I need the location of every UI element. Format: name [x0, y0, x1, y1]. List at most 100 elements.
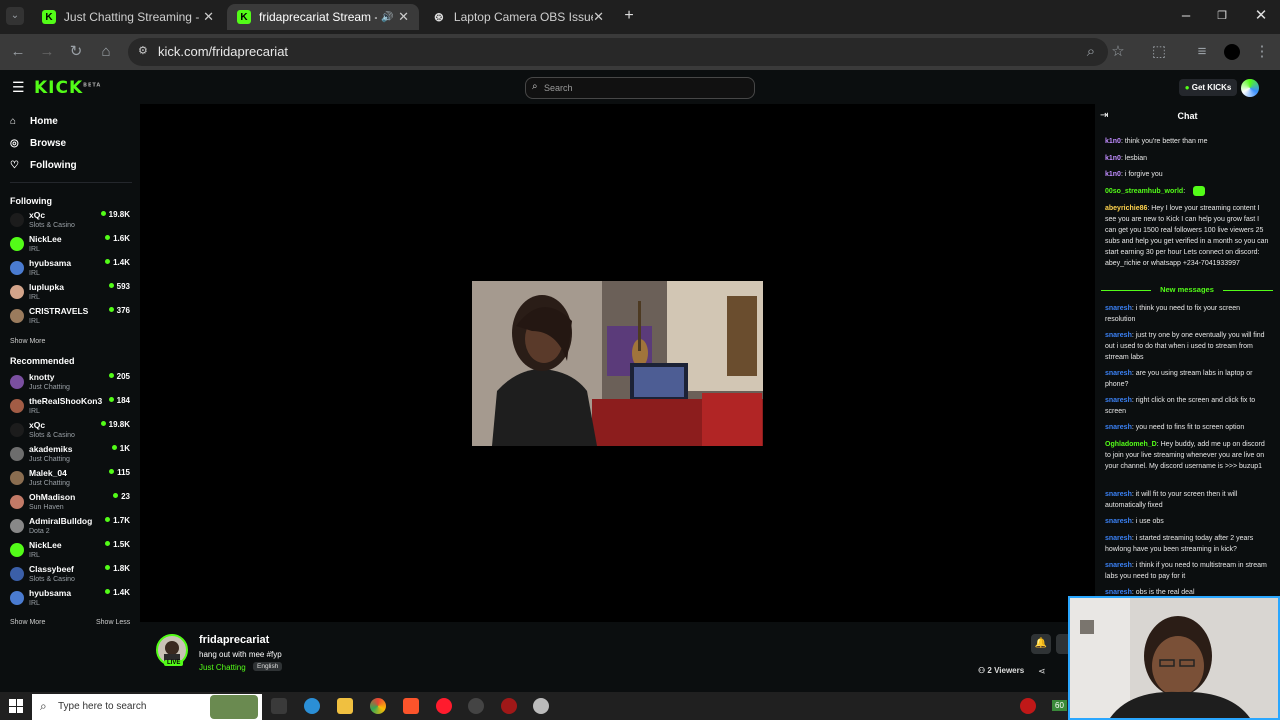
show-more-recommended[interactable]: Show More — [10, 619, 45, 626]
restore-icon[interactable]: ❐ — [1212, 6, 1232, 26]
profile-avatar[interactable] — [1224, 44, 1240, 60]
extensions-icon[interactable]: ⬚ — [1149, 42, 1169, 62]
streamer-name[interactable]: fridaprecariat — [199, 634, 269, 646]
menu-dots-icon[interactable]: ⋮ — [1252, 42, 1272, 62]
tab-search-icon[interactable]: ⌄ — [6, 7, 24, 25]
hamburger-menu-icon[interactable]: ☰ — [12, 79, 25, 96]
sidebar-channel[interactable]: AdmiralBulldog Dota 2 1.7K — [10, 516, 130, 540]
user-avatar[interactable] — [1241, 79, 1259, 97]
show-more-following[interactable]: Show More — [10, 338, 45, 345]
close-tab-icon[interactable]: ✕ — [398, 9, 409, 25]
sidebar-channel[interactable]: CRISTRAVELS IRL 376 — [10, 306, 130, 330]
chat-username[interactable]: snaresh — [1105, 518, 1132, 525]
chat-username[interactable]: 00so_streamhub_world — [1105, 188, 1183, 195]
nav-following[interactable]: ♡ Following — [10, 160, 77, 171]
minimize-icon[interactable]: – — [1176, 6, 1196, 26]
zoom-icon[interactable]: ⌕ — [1081, 42, 1101, 62]
tray-badge[interactable]: 60 — [1052, 700, 1067, 711]
opera-icon[interactable] — [436, 698, 452, 714]
notification-bell-button[interactable]: 🔔 — [1031, 634, 1051, 654]
chat-username[interactable]: snaresh — [1105, 305, 1132, 312]
stream-category[interactable]: Just Chatting — [199, 663, 246, 672]
chat-message: snaresh: right click on the screen and c… — [1105, 395, 1269, 417]
get-kicks-button[interactable]: ● Get KICKs — [1179, 79, 1237, 96]
nav-browse[interactable]: ◎ Browse — [10, 138, 66, 149]
chat-username[interactable]: snaresh — [1105, 562, 1132, 569]
brave-icon[interactable] — [403, 698, 419, 714]
app-red-icon[interactable] — [501, 698, 517, 714]
channel-avatar — [10, 237, 24, 251]
chrome-icon[interactable] — [370, 698, 386, 714]
channel-name: Classybeef — [29, 564, 74, 574]
share-icon[interactable]: ⋖ — [1038, 666, 1046, 677]
language-tag[interactable]: English — [253, 662, 283, 671]
media-control-icon[interactable]: ≡ — [1192, 42, 1212, 62]
file-explorer-icon[interactable] — [337, 698, 353, 714]
sidebar-channel[interactable]: luplupka IRL 593 — [10, 282, 130, 306]
home-icon[interactable]: ⌂ — [96, 42, 116, 62]
chat-username[interactable]: snaresh — [1105, 535, 1132, 542]
channel-avatar — [10, 567, 24, 581]
chat-username[interactable]: abeyrichie86 — [1105, 205, 1147, 212]
close-window-icon[interactable]: ✕ — [1251, 6, 1271, 26]
tab-fridaprecariat[interactable]: K fridaprecariat Stream - Watch Live 🔊 ✕ — [227, 4, 419, 30]
windows-start-icon[interactable] — [9, 699, 23, 713]
tab-laptop-camera[interactable]: ⊛ Laptop Camera OBS Issue ✕ — [422, 4, 614, 30]
video-player[interactable] — [140, 104, 1095, 622]
channel-viewers: 184 — [109, 396, 130, 405]
sidebar-channel[interactable]: knotty Just Chatting 205 — [10, 372, 130, 396]
task-view-icon[interactable] — [271, 698, 287, 714]
chat-username[interactable]: snaresh — [1105, 397, 1132, 404]
chat-username[interactable]: snaresh — [1105, 589, 1132, 596]
sidebar-channel[interactable]: akademiks Just Chatting 1K — [10, 444, 130, 468]
sidebar-channel[interactable]: Classybeef Slots & Casino 1.8K — [10, 564, 130, 588]
tray-red-icon[interactable] — [1020, 698, 1036, 714]
channel-category: IRL — [29, 246, 40, 253]
app-gray-icon[interactable] — [533, 698, 549, 714]
kick-logo[interactable]: KICKBETA — [34, 78, 101, 98]
new-tab-icon[interactable]: + — [619, 6, 639, 26]
chat-username[interactable]: snaresh — [1105, 491, 1132, 498]
taskbar-search-input[interactable]: ⌕ Type here to search — [32, 694, 262, 720]
sidebar-channel[interactable]: NickLee IRL 1.5K — [10, 540, 130, 564]
sidebar-channel[interactable]: xQc Slots & Casino 19.8K — [10, 210, 130, 234]
show-less-recommended[interactable]: Show Less — [96, 619, 130, 626]
site-info-icon[interactable]: ⚙ — [138, 44, 148, 57]
new-messages-divider[interactable]: New messages — [1101, 285, 1273, 294]
bookmark-star-icon[interactable]: ☆ — [1108, 42, 1128, 62]
channel-avatar — [10, 591, 24, 605]
sidebar-channel[interactable]: hyubsama IRL 1.4K — [10, 588, 130, 612]
url-input[interactable]: ⚙ kick.com/fridaprecariat — [128, 38, 1108, 66]
chat-username[interactable]: k1n0 — [1105, 171, 1121, 178]
chat-username[interactable]: k1n0 — [1105, 138, 1121, 145]
back-icon[interactable]: ← — [8, 42, 28, 62]
edge-icon[interactable] — [304, 698, 320, 714]
sidebar-channel[interactable]: Malek_04 Just Chatting 115 — [10, 468, 130, 492]
following-heading: Following — [10, 196, 52, 206]
channel-name: OhMadison — [29, 492, 76, 502]
sidebar-channel[interactable]: hyubsama IRL 1.4K — [10, 258, 130, 282]
windows-taskbar: ⌕ Type here to search 60 — [0, 692, 1068, 720]
sidebar-channel[interactable]: NickLee IRL 1.6K — [10, 234, 130, 258]
chat-username[interactable]: snaresh — [1105, 424, 1132, 431]
reload-icon[interactable]: ↻ — [66, 42, 86, 62]
sidebar-channel[interactable]: OhMadison Sun Haven 23 — [10, 492, 130, 516]
chat-username[interactable]: snaresh — [1105, 370, 1132, 377]
channel-name: NickLee — [29, 234, 62, 244]
search-input[interactable]: ⌕ Search — [525, 77, 755, 99]
channel-category: Sun Haven — [29, 504, 64, 511]
obs-icon[interactable] — [468, 698, 484, 714]
channel-avatar — [10, 309, 24, 323]
close-tab-icon[interactable]: ✕ — [203, 9, 214, 25]
forward-icon[interactable]: → — [37, 42, 57, 62]
nav-home[interactable]: ⌂ Home — [10, 116, 58, 127]
chat-username[interactable]: k1n0 — [1105, 155, 1121, 162]
sidebar-channel[interactable]: theRealShooKon3 IRL 184 — [10, 396, 130, 420]
chat-username[interactable]: Oghladomeh_D — [1105, 441, 1157, 448]
speaker-icon[interactable]: 🔊 — [381, 12, 393, 23]
close-tab-icon[interactable]: ✕ — [593, 9, 604, 25]
chat-username[interactable]: snaresh — [1105, 332, 1132, 339]
channel-name: theRealShooKon3 — [29, 396, 103, 406]
tab-just-chatting[interactable]: K Just Chatting Streaming - Live Stream … — [32, 4, 224, 30]
sidebar-channel[interactable]: xQc Slots & Casino 19.8K — [10, 420, 130, 444]
